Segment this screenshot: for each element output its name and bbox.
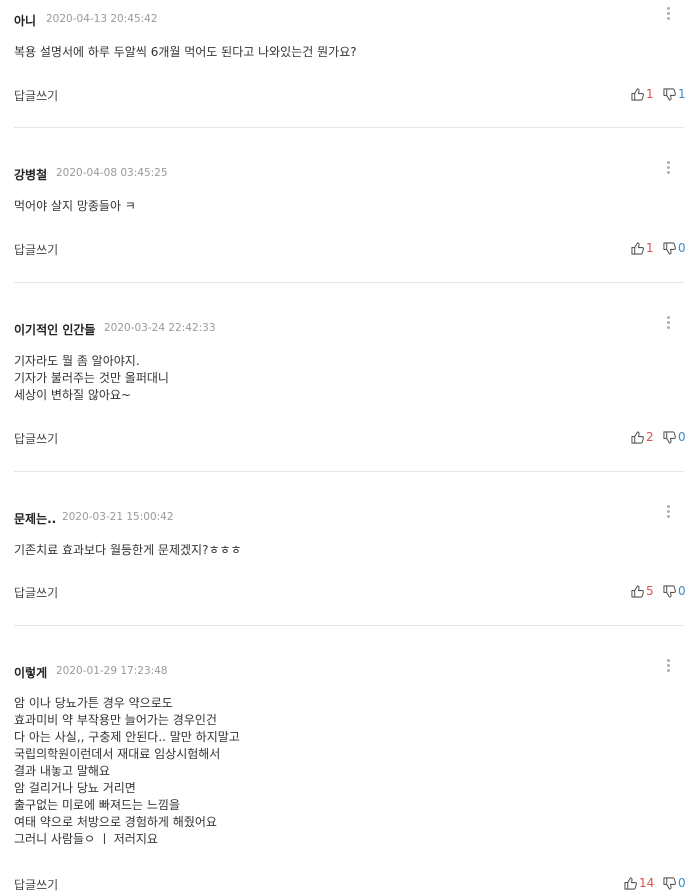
thumbs-down-icon <box>663 430 676 444</box>
dislike-count: 0 <box>678 241 686 255</box>
dislike-button[interactable]: 0 <box>663 583 686 599</box>
comment-date: 2020-03-21 15:00:42 <box>62 511 174 523</box>
dislike-button[interactable]: 1 <box>663 86 686 102</box>
dislike-count: 1 <box>678 87 686 101</box>
more-options-icon[interactable] <box>663 659 675 679</box>
thumbs-down-icon <box>663 241 676 255</box>
dislike-count: 0 <box>678 584 686 598</box>
comment-date: 2020-04-08 03:45:25 <box>56 167 168 179</box>
comment-text: 암 걸리거나 당뇨 거리면 <box>14 781 136 795</box>
more-options-icon[interactable] <box>663 505 675 525</box>
comment-text: 복용 설명서에 하루 두알씩 6개월 먹어도 된다고 나와있는건 뭔가요? <box>14 45 357 59</box>
more-options-icon[interactable] <box>663 316 675 336</box>
like-count: 1 <box>646 87 654 101</box>
comment-nickname[interactable]: 이렇게 <box>14 664 47 681</box>
reply-button[interactable]: 답글쓰기 <box>14 876 58 893</box>
comment-text: 다 아는 사실,, 구충제 안된다.. 말만 하지말고 <box>14 730 240 744</box>
dislike-count: 0 <box>678 430 686 444</box>
comment-text: 암 이나 당뇨가튼 경우 약으로도 <box>14 696 173 710</box>
comment-text: 여태 약으로 처방으로 경험하게 해줬어요 <box>14 815 217 829</box>
comment-divider <box>14 625 684 626</box>
comment-nickname[interactable]: 문제는.. <box>14 510 56 527</box>
thumbs-up-icon <box>631 430 644 444</box>
dislike-button[interactable]: 0 <box>663 240 686 256</box>
comment-text: 기자라도 뭘 좀 알아야지. <box>14 354 140 368</box>
reply-button[interactable]: 답글쓰기 <box>14 430 58 447</box>
comment-nickname[interactable]: 이기적인 인간들 <box>14 321 95 338</box>
thumbs-up-icon <box>631 87 644 101</box>
comment-divider <box>14 471 684 472</box>
thumbs-down-icon <box>663 87 676 101</box>
comment-text: 기존치료 효과보다 월등한게 문제겠지?ㅎㅎㅎ <box>14 543 242 557</box>
thumbs-up-icon <box>631 241 644 255</box>
reply-button[interactable]: 답글쓰기 <box>14 241 58 258</box>
comment-divider <box>14 282 684 283</box>
comment-date: 2020-01-29 17:23:48 <box>56 665 168 677</box>
like-button[interactable]: 14 <box>624 875 654 891</box>
reply-button[interactable]: 답글쓰기 <box>14 87 58 104</box>
comment-text: 국립의학원이런데서 재대료 임상시험해서 <box>14 747 221 761</box>
like-button[interactable]: 5 <box>631 583 654 599</box>
thumbs-down-icon <box>663 584 676 598</box>
comment-date: 2020-03-24 22:42:33 <box>104 322 216 334</box>
comment-nickname[interactable]: 강병철 <box>14 166 47 183</box>
dislike-button[interactable]: 0 <box>663 875 686 891</box>
thumbs-up-icon <box>631 584 644 598</box>
like-count: 5 <box>646 584 654 598</box>
comment-text: 그러니 사람들ㅇ ㅣ 저러지요 <box>14 832 158 846</box>
comment-date: 2020-04-13 20:45:42 <box>46 13 158 25</box>
like-button[interactable]: 1 <box>631 86 654 102</box>
like-count: 2 <box>646 430 654 444</box>
like-button[interactable]: 2 <box>631 429 654 445</box>
comment-text: 세상이 변하질 않아요~ <box>14 388 132 402</box>
comment-text: 효과미비 약 부작용만 늘어가는 경우인건 <box>14 713 217 727</box>
thumbs-up-icon <box>624 876 637 890</box>
more-options-icon[interactable] <box>663 7 675 27</box>
comment-nickname[interactable]: 아니 <box>14 12 36 29</box>
comment-text: 출구없는 미로에 빠져드는 느낌을 <box>14 798 181 812</box>
like-count: 1 <box>646 241 654 255</box>
more-options-icon[interactable] <box>663 161 675 181</box>
dislike-button[interactable]: 0 <box>663 429 686 445</box>
comment-text: 기자가 불러주는 것만 올퍼대니 <box>14 371 169 385</box>
comment-text: 먹어야 살지 망종들아 ㅋ <box>14 199 136 213</box>
comment-text: 결과 내놓고 말해요 <box>14 764 110 778</box>
reply-button[interactable]: 답글쓰기 <box>14 584 58 601</box>
dislike-count: 0 <box>678 876 686 890</box>
like-count: 14 <box>639 876 655 890</box>
like-button[interactable]: 1 <box>631 240 654 256</box>
comment-divider <box>14 127 684 128</box>
thumbs-down-icon <box>663 876 676 890</box>
